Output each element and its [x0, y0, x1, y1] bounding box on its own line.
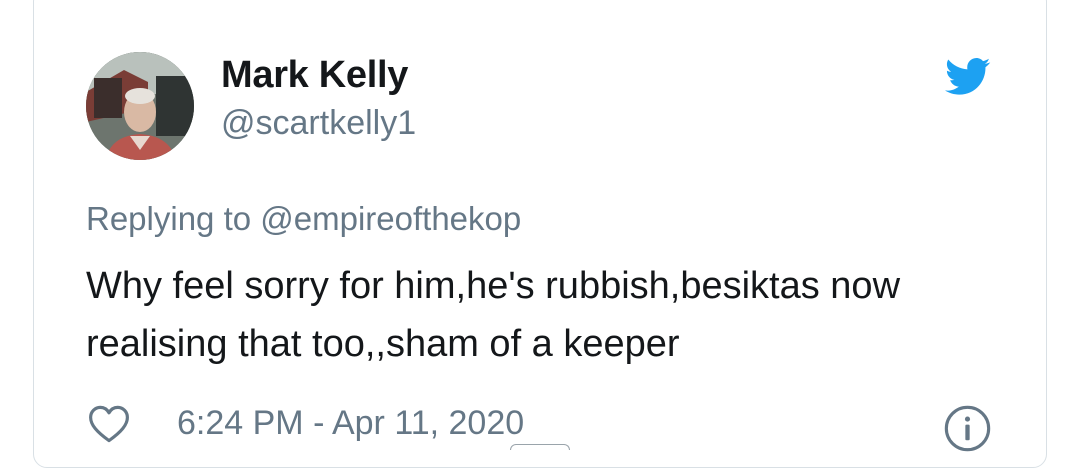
tweet-timestamp[interactable]: 6:24 PM - Apr 11, 2020 [177, 404, 524, 443]
avatar[interactable] [86, 52, 194, 160]
tweet-text: Why feel sorry for him,he's rubbish,besi… [86, 265, 901, 365]
author-handle[interactable]: @scartkelly1 [221, 104, 416, 143]
author-name[interactable]: Mark Kelly [221, 54, 408, 97]
twitter-bird-icon[interactable] [945, 57, 991, 97]
avatar-photo [86, 52, 194, 160]
scroll-indicator [510, 444, 570, 450]
info-icon[interactable] [944, 405, 991, 452]
replying-to-label[interactable]: Replying to @empireofthekop [86, 200, 521, 238]
heart-icon[interactable] [88, 404, 130, 444]
